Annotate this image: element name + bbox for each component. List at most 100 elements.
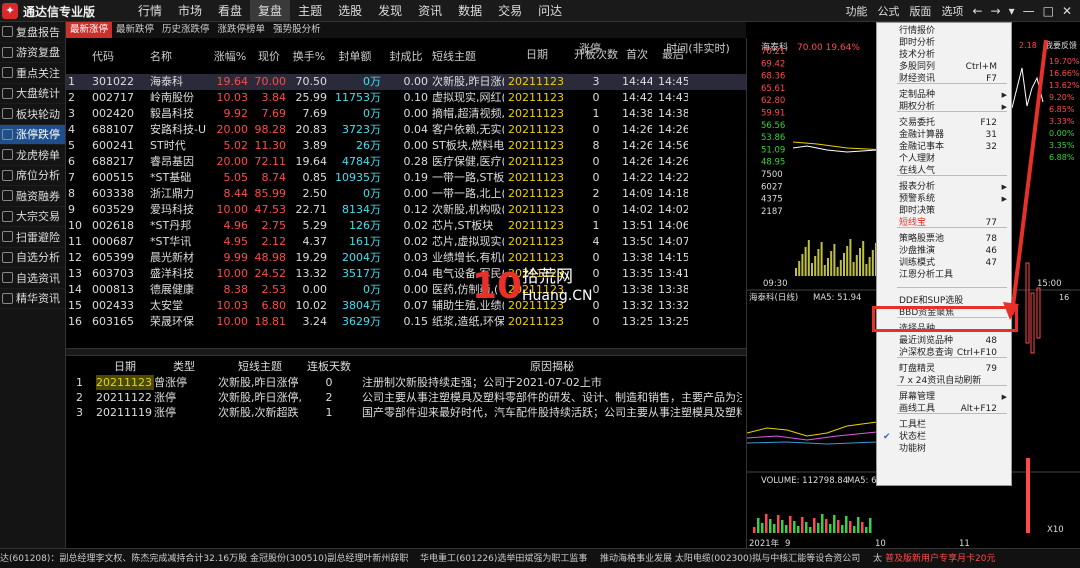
context-menu-item-29[interactable]: 工具栏 (877, 420, 1011, 432)
sidebar-item-12[interactable]: 自选资讯 (0, 268, 65, 289)
context-menu-item-1[interactable]: 即时分析 (877, 38, 1011, 50)
table-row[interactable]: 7 600515 *ST基础 5.05 8.74 0.85 10935万 0.19 一带一路,S… (66, 170, 746, 186)
table-row[interactable]: 8 603338 浙江鼎力 8.44 85.99 2.50 0万 0.00 一带一路,北上(20… (66, 186, 746, 202)
top-menu-3[interactable]: 选项 (936, 3, 968, 19)
status-news-4[interactable]: 太 (873, 549, 882, 568)
window-ctrl-icon-2[interactable]: ▾ (1005, 4, 1019, 18)
status-news-0[interactable]: 达(601208)：副总经理李文权、陈杰完成减持合计32.16万股 (0, 549, 247, 568)
context-menu-item-9[interactable]: 金融记事本 32 (877, 142, 1011, 154)
sidebar-item-11[interactable]: 自选分析 (0, 248, 65, 268)
col-header-price[interactable]: 现价 (252, 50, 286, 64)
subtab-4[interactable]: 强势股分析 (269, 22, 325, 38)
status-news-2[interactable]: 华电重工(601226)选举田斌强为职工监事 (420, 549, 587, 568)
menu-item-1[interactable]: 市场 (170, 0, 210, 22)
context-menu-item-23[interactable]: 最近浏览品种 48 (877, 336, 1011, 348)
top-menu-1[interactable]: 公式 (872, 3, 904, 19)
subtab-0[interactable]: 最新涨停 (66, 22, 113, 38)
table-row[interactable]: 10 002618 *ST丹邦 4.96 2.75 5.29 126万 0.02 芯片,ST板块… (66, 218, 746, 234)
table-row[interactable]: 11 000687 *ST华讯 4.95 2.12 4.37 161万 0.02 芯片,虚拟现实… (66, 234, 746, 250)
table-row[interactable]: 13 603703 盛洋科技 10.00 24.52 13.32 3517万 0.04 电气设备… (66, 266, 746, 282)
context-menu-item-16[interactable]: 策略股票池 78 (877, 234, 1011, 246)
splitter[interactable] (66, 348, 746, 356)
col-header-seal_ratio[interactable]: 封成比 (384, 50, 428, 64)
context-menu-item-5[interactable]: 定制品种 ▶ (877, 90, 1011, 102)
menu-item-5[interactable]: 选股 (330, 0, 370, 22)
window-ctrl-icon-5[interactable]: ✕ (1058, 4, 1076, 18)
sidebar-item-10[interactable]: 扫雷避险 (0, 227, 65, 248)
top-menu-0[interactable]: 功能 (840, 3, 872, 19)
subtab-2[interactable]: 历史涨跌停 (158, 22, 214, 38)
table-row[interactable]: 9 603529 爱玛科技 10.00 47.53 22.71 8134万 0.12 次新股,机… (66, 202, 746, 218)
top-menu-2[interactable]: 版面 (904, 3, 936, 19)
window-ctrl-icon-3[interactable]: — (1019, 4, 1039, 18)
status-news-3[interactable]: 推动海格事业发展 太阳电缆(002300)拟与中核汇能等设合资公司 (600, 549, 860, 568)
window-ctrl-icon-0[interactable]: ← (968, 4, 986, 18)
col-header-turnover[interactable]: 换手% (291, 50, 327, 64)
subtab-3[interactable]: 涨跌停榜单 (214, 22, 270, 38)
context-menu-item-31[interactable]: 功能树 (877, 444, 1011, 456)
col-header-theme[interactable]: 短线主题 (432, 50, 504, 64)
col-header-first[interactable]: 首次 (622, 48, 652, 62)
menu-item-8[interactable]: 数据 (450, 0, 490, 22)
sidebar-item-13[interactable]: 精华资讯 (0, 289, 65, 309)
reason-header-reason[interactable]: 原因揭秘 (362, 359, 742, 374)
menu-item-2[interactable]: 看盘 (210, 0, 250, 22)
context-menu-item-12[interactable]: 报表分析 ▶ (877, 182, 1011, 194)
context-menu-item-19[interactable]: 江恩分析工具 (877, 270, 1011, 282)
context-menu-item-8[interactable]: 金融计算器 31 (877, 130, 1011, 142)
sidebar-item-5[interactable]: 涨停跌停 (0, 124, 65, 145)
sidebar-item-4[interactable]: 板块轮动 (0, 104, 65, 125)
status-news-1[interactable]: 金冠股份(300510)副总经理叶新州辞职 (250, 549, 408, 568)
menu-item-4[interactable]: 主题 (290, 0, 330, 22)
col-header-seal[interactable]: 封单额 (329, 50, 381, 64)
sidebar-item-8[interactable]: 融资融券 (0, 186, 65, 207)
reason-header-theme[interactable]: 短线主题 (218, 359, 302, 374)
col-header-date[interactable]: 日期 (508, 48, 566, 62)
context-menu-item-14[interactable]: 即时决策 (877, 206, 1011, 218)
sidebar-item-3[interactable]: 大盘统计 (0, 84, 65, 104)
col-header-pct[interactable]: 涨幅% (212, 50, 248, 64)
table-row[interactable]: 5 600241 ST时代 5.02 11.30 3.89 26万 0.00 ST板块,燃料电(… (66, 138, 746, 154)
reason-header-date[interactable]: 日期 (96, 359, 154, 374)
context-menu-item-3[interactable]: 多股同列 Ctrl+M (877, 62, 1011, 74)
context-menu-item-13[interactable]: 预警系统 ▶ (877, 194, 1011, 206)
menu-item-3[interactable]: 复盘 (250, 0, 291, 22)
subtab-1[interactable]: 最新跌停 (112, 22, 158, 38)
sidebar-item-7[interactable]: 席位分析 (0, 166, 65, 186)
menu-item-7[interactable]: 资讯 (410, 0, 450, 22)
reason-header-type[interactable]: 类型 (154, 359, 214, 374)
context-menu-item-7[interactable]: 交易委托 F12 (877, 118, 1011, 130)
table-row[interactable]: 14 000813 德展健康 8.38 2.53 0.00 0万 0.00 医药,仿制药,(20… (66, 282, 746, 298)
context-menu-item-25[interactable]: 盯盘精灵 79 (877, 364, 1011, 376)
menu-item-6[interactable]: 发现 (370, 0, 410, 22)
col-header-name[interactable]: 名称 (150, 50, 212, 64)
context-menu-item-0[interactable]: 行情报价 (877, 26, 1011, 38)
context-menu-item-17[interactable]: 沙盘推演 46 (877, 246, 1011, 258)
sidebar-item-6[interactable]: 龙虎榜单 (0, 145, 65, 166)
table-row[interactable]: 4 688107 安路科技-U 20.00 98.28 20.83 3723万 0.04 客户依… (66, 122, 746, 138)
reason-header-days[interactable]: 连板天数 (306, 359, 352, 374)
table-row[interactable]: 1 301022 海泰科 19.64 70.00 70.50 0万 0.00 次新股,昨日涨(2… (66, 74, 746, 90)
status-news-5[interactable]: 普及版新用户专享月卡20元 (885, 549, 995, 568)
col-header-code[interactable]: 代码 (92, 50, 142, 64)
table-row[interactable]: 3 002420 毅昌科技 9.92 7.69 7.69 0万 0.00 摘帽,超清视频, 202… (66, 106, 746, 122)
context-menu-item-27[interactable]: 屏幕管理 ▶ (877, 392, 1011, 404)
table-row[interactable]: 16 603165 荣晟环保 10.00 18.81 3.24 3629万 0.15 纸浆,造纸… (66, 314, 746, 330)
table-row[interactable]: 12 605399 晨光新材 9.99 48.98 19.29 2004万 0.03 业绩增长,… (66, 250, 746, 266)
context-menu-item-2[interactable]: 技术分析 (877, 50, 1011, 62)
sidebar-item-9[interactable]: 大宗交易 (0, 207, 65, 227)
context-menu-item-30[interactable]: 状态栏 ✔ (877, 432, 1011, 444)
menu-item-10[interactable]: 问达 (530, 0, 570, 22)
context-menu-item-18[interactable]: 训练模式 47 (877, 258, 1011, 270)
sidebar-item-0[interactable]: 复盘报告 (0, 22, 65, 43)
sidebar-item-1[interactable]: 游资复盘 (0, 43, 65, 63)
window-ctrl-icon-1[interactable]: → (987, 4, 1005, 18)
table-row[interactable]: 6 688217 睿昂基因 20.00 72.11 19.64 4784万 0.28 医疗保健,… (66, 154, 746, 170)
sidebar-item-2[interactable]: 重点关注 (0, 63, 65, 84)
window-ctrl-icon-4[interactable]: □ (1039, 4, 1058, 18)
menu-item-9[interactable]: 交易 (490, 0, 530, 22)
table-row[interactable]: 15 002433 太安堂 10.03 6.80 10.02 3804万 0.07 辅助生殖,业… (66, 298, 746, 314)
menu-item-0[interactable]: 行情 (130, 0, 170, 22)
table-row[interactable]: 2 002717 岭南股份 10.03 3.84 25.99 11753万 0.10 虚拟现实,… (66, 90, 746, 106)
context-menu-item-10[interactable]: 个人理财 (877, 154, 1011, 166)
